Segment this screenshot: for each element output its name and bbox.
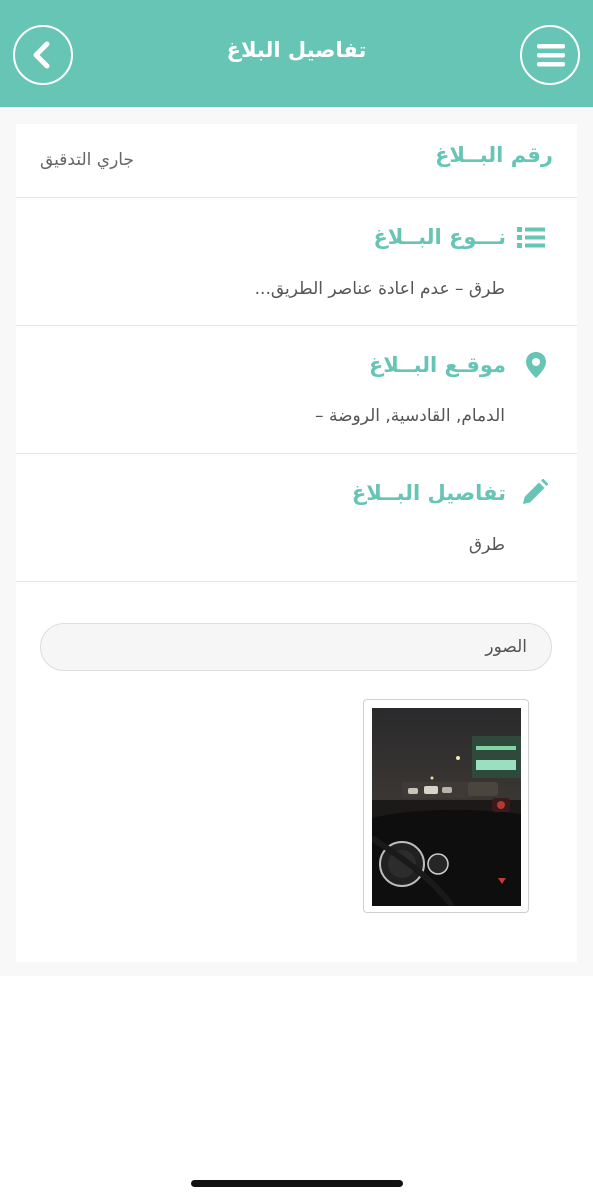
report-photo: [372, 708, 521, 906]
hamburger-menu-icon: [537, 44, 565, 67]
list-icon: [517, 227, 545, 248]
photos-label: الصور: [485, 637, 527, 657]
menu-button[interactable]: [520, 25, 580, 85]
divider: [16, 325, 577, 326]
home-indicator[interactable]: [191, 1180, 403, 1187]
map-pin-icon: [526, 352, 546, 378]
report-type-label: نـــوع البــلاغ: [373, 225, 506, 249]
divider: [16, 581, 577, 582]
report-type-value: طرق – عدم اعادة عناصر الطريق...: [254, 279, 505, 299]
pencil-icon: [523, 479, 548, 504]
report-location-label: موقـع البــلاغ: [368, 353, 506, 377]
report-status: جاري التدقيق: [40, 150, 134, 170]
report-details-value: طرق: [468, 535, 505, 555]
photos-section-header: الصور: [40, 623, 552, 671]
report-location-value: الدمام, القادسية, الروضة –: [315, 406, 505, 426]
page-title: تفاصيل البلاغ: [226, 38, 367, 62]
divider: [16, 197, 577, 198]
divider: [16, 453, 577, 454]
app-header: تفاصيل البلاغ: [0, 0, 593, 107]
report-number-label: رقم البــلاغ: [435, 143, 553, 167]
report-photo-thumbnail[interactable]: [363, 699, 529, 913]
report-details-label: تفاصيل البــلاغ: [351, 481, 506, 505]
